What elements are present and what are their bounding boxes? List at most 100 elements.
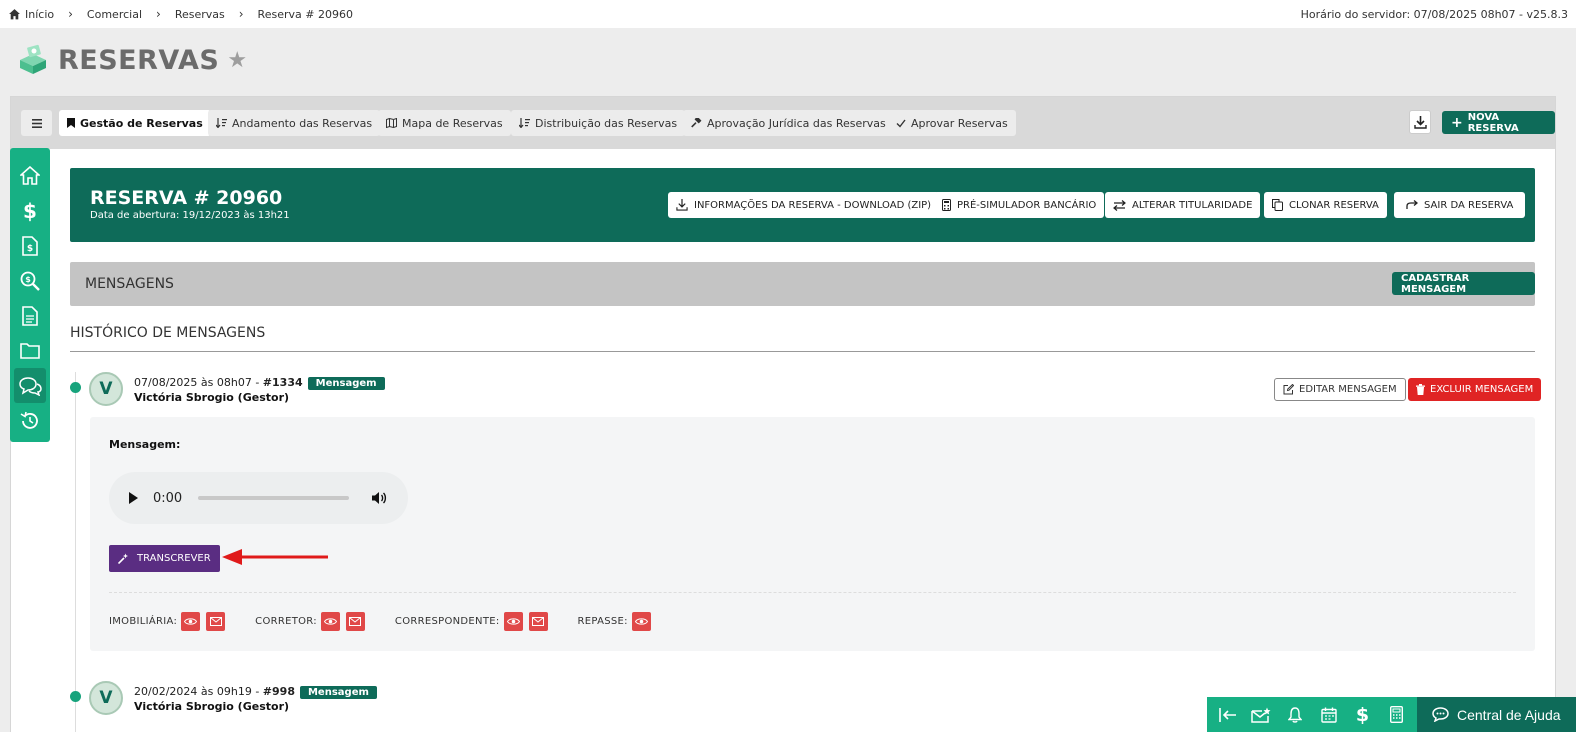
button-label: TRANSCREVER	[137, 553, 211, 564]
swap-arrows-icon	[1113, 199, 1126, 211]
bell-icon[interactable]	[1282, 702, 1308, 728]
tab-andamento-reservas[interactable]: Andamento das Reservas	[208, 110, 381, 136]
dollar-icon[interactable]: $	[1349, 702, 1375, 728]
divider	[109, 592, 1516, 593]
eye-icon[interactable]	[503, 612, 523, 631]
breadcrumb-home[interactable]: Início	[8, 8, 54, 21]
nav-financial[interactable]: $	[10, 193, 50, 228]
breadcrumb-comercial[interactable]: Comercial	[87, 8, 142, 21]
edit-icon	[1283, 384, 1294, 395]
nav-documents[interactable]	[10, 298, 50, 333]
chevron-right-icon: ›	[238, 7, 244, 21]
server-time: Horário do servidor: 07/08/2025 08h07 - …	[1300, 7, 1568, 21]
breadcrumb-current: Reserva # 20960	[258, 8, 353, 21]
bottom-toolbar: $	[1207, 697, 1417, 732]
nav-messages[interactable]	[14, 368, 46, 403]
dollar-icon: $	[23, 198, 37, 223]
envelope-icon[interactable]	[206, 612, 226, 631]
message-meta: 20/02/2024 às 09h19 - #998 Mensagem	[134, 685, 377, 699]
chat-icon	[19, 376, 42, 396]
transcribe-button[interactable]: TRANSCREVER	[109, 545, 220, 572]
star-icon[interactable]: ★	[227, 48, 247, 73]
nav-invoices[interactable]: $	[10, 228, 50, 263]
menu-toggle-button[interactable]	[21, 110, 52, 136]
side-navigation: $ $ $	[10, 148, 50, 442]
avatar: V	[89, 372, 123, 406]
message-card: Mensagem: 0:00 TRANSCREVER IMOBILIÁRIA: …	[90, 417, 1535, 651]
trash-icon	[1416, 384, 1425, 395]
history-icon	[20, 411, 38, 429]
change-ownership-button[interactable]: ALTERAR TITULARIDADE	[1105, 192, 1261, 218]
tab-distribuicao-reservas[interactable]: Distribuição das Reservas	[511, 110, 686, 136]
new-reservation-label: NOVA RESERVA	[1467, 111, 1519, 134]
message-author: Victória Sbrogio (Gestor)	[134, 391, 290, 404]
nav-folders[interactable]	[10, 333, 50, 368]
tab-aprovacao-juridica[interactable]: Aprovação Jurídica das Reservas	[683, 110, 894, 136]
register-message-button[interactable]: CADASTRAR MENSAGEM	[1392, 272, 1535, 295]
page-header: RESERVAS ★	[16, 44, 247, 76]
tab-mapa-reservas[interactable]: Mapa de Reservas	[378, 110, 511, 136]
tab-label: Gestão de Reservas	[80, 116, 203, 130]
tab-label: Andamento das Reservas	[232, 116, 373, 130]
calculator-icon[interactable]	[1383, 702, 1409, 728]
breadcrumb-reservas[interactable]: Reservas	[175, 8, 225, 21]
message-meta: 07/08/2025 às 08h07 - #1334 Mensagem	[134, 376, 385, 390]
share-arrow-icon	[1406, 200, 1418, 209]
message-author: Victória Sbrogio (Gestor)	[134, 700, 290, 713]
tab-gestao-reservas[interactable]: Gestão de Reservas	[59, 110, 211, 136]
audio-progress-slider[interactable]	[198, 496, 350, 500]
eye-icon[interactable]	[181, 612, 201, 631]
bank-simulator-button[interactable]: PRÉ-SIMULADOR BANCÁRIO	[934, 192, 1105, 218]
nav-history[interactable]	[10, 403, 50, 438]
invoice-icon: $	[22, 235, 38, 256]
home-icon	[20, 166, 40, 185]
share-label-corretor: CORRETOR:	[255, 616, 317, 627]
tab-label: Mapa de Reservas	[402, 116, 503, 130]
calendar-icon[interactable]	[1316, 702, 1342, 728]
share-label-correspondente: CORRESPONDENTE:	[394, 616, 500, 627]
collapse-left-icon[interactable]	[1215, 702, 1241, 728]
new-reservation-button[interactable]: + NOVA RESERVA	[1442, 111, 1555, 134]
chevron-right-icon: ›	[156, 7, 161, 21]
page-title: RESERVAS	[58, 44, 220, 76]
check-icon	[896, 119, 906, 128]
button-label: INFORMAÇÕES DA RESERVA - DOWNLOAD (ZIP)	[694, 199, 932, 211]
sort-desc-icon	[519, 118, 530, 128]
message-type-badge: Mensagem	[307, 377, 385, 390]
plus-icon: +	[1451, 114, 1463, 131]
export-download-button[interactable]	[1409, 110, 1431, 134]
breadcrumb-label: Reservas	[174, 7, 225, 21]
clone-reservation-button[interactable]: CLONAR RESERVA	[1264, 192, 1387, 218]
download-info-zip-button[interactable]: INFORMAÇÕES DA RESERVA - DOWNLOAD (ZIP)	[668, 192, 940, 218]
messages-header: MENSAGENS CADASTRAR MENSAGEM	[70, 262, 1535, 306]
help-center-button[interactable]: Central de Ajuda	[1417, 697, 1576, 732]
bookmark-icon	[67, 118, 75, 128]
message-type-badge: Mensagem	[299, 686, 377, 699]
eye-icon[interactable]	[320, 612, 340, 631]
button-label: ALTERAR TITULARIDADE	[1132, 199, 1253, 211]
play-icon[interactable]	[127, 491, 139, 505]
search-dollar-icon: $	[20, 271, 40, 291]
delete-message-button[interactable]: EXCLUIR MENSAGEM	[1408, 378, 1542, 401]
messages-title: MENSAGENS	[85, 276, 174, 292]
timeline-dot	[70, 382, 81, 393]
envelope-icon[interactable]	[528, 612, 548, 631]
share-label-repasse: REPASSE:	[577, 616, 628, 627]
volume-icon[interactable]	[371, 491, 387, 505]
tab-aprovar-reservas[interactable]: Aprovar Reservas	[888, 110, 1016, 136]
audio-time: 0:00	[153, 490, 183, 506]
button-label: EXCLUIR MENSAGEM	[1430, 384, 1534, 395]
eye-icon[interactable]	[631, 612, 651, 631]
nav-search-financial[interactable]: $	[10, 263, 50, 298]
timeline-line	[75, 372, 76, 732]
breadcrumb-label: Reserva # 20960	[257, 7, 353, 21]
download-icon	[1413, 115, 1427, 129]
envelope-icon[interactable]	[345, 612, 365, 631]
gavel-icon	[691, 117, 702, 128]
exit-reservation-button[interactable]: SAIR DA RESERVA	[1394, 192, 1526, 218]
mail-star-icon[interactable]	[1248, 702, 1274, 728]
nav-home[interactable]	[10, 158, 50, 193]
svg-text:$: $	[27, 244, 33, 254]
edit-message-button[interactable]: EDITAR MENSAGEM	[1274, 378, 1406, 401]
red-arrow-annotation	[222, 549, 328, 565]
